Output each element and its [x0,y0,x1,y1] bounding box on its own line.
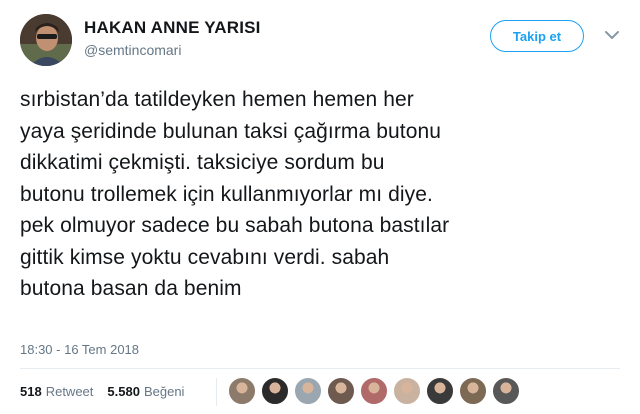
user-handle[interactable]: @semtincomari [84,42,181,58]
liker-avatar[interactable] [393,377,421,405]
retweet-count[interactable]: 518 Retweet [20,384,93,399]
tweet-text-line: sırbistan’da tatildeyken hemen hemen her [20,88,414,111]
follow-button[interactable]: Takip et [490,20,584,52]
tweet-text-line: pek olmuyor sadece bu sabah butona bastı… [20,214,450,237]
liker-avatar[interactable] [261,377,289,405]
like-count-value: 5.580 [107,384,140,399]
tweet-card: HAKAN ANNE YARISI @semtincomari Takip et… [0,0,640,414]
tweet-text: sırbistan’da tatildeyken hemen hemen her… [20,84,620,305]
tweet-stats: 518 Retweet 5.580 Beğeni [20,384,184,399]
tweet-text-line: butona basan da benim [20,277,242,300]
like-count[interactable]: 5.580 Beğeni [107,384,184,399]
display-name[interactable]: HAKAN ANNE YARISI [84,18,261,38]
liker-avatars [228,377,525,405]
avatar-photo-icon [20,14,72,66]
liker-avatar[interactable] [492,377,520,405]
chevron-down-icon[interactable] [604,28,620,42]
divider [20,368,620,369]
user-avatar[interactable] [20,14,72,66]
tweet-timestamp[interactable]: 18:30 - 16 Tem 2018 [20,342,139,357]
tweet-text-line: dikkatimi çekmişti. taksiciye sordum bu [20,151,385,174]
liker-avatar[interactable] [360,377,388,405]
liker-avatar[interactable] [228,377,256,405]
retweet-count-value: 518 [20,384,42,399]
stats-divider [216,378,217,406]
tweet-text-line: gittik kimse yoktu cevabını verdi. sabah [20,245,390,269]
liker-avatar[interactable] [327,377,355,405]
liker-avatar[interactable] [294,377,322,405]
tweet-text-line: butonu trollemek için kullanmıyorlar mı … [20,182,433,206]
tweet-text-line: yaya şeridinde bulunan taksi çağırma but… [20,119,442,143]
follow-button-label: Takip et [512,28,562,44]
liker-avatar[interactable] [426,377,454,405]
liker-avatar[interactable] [459,377,487,405]
like-count-label: Beğeni [143,384,185,399]
retweet-count-label: Retweet [45,384,94,399]
